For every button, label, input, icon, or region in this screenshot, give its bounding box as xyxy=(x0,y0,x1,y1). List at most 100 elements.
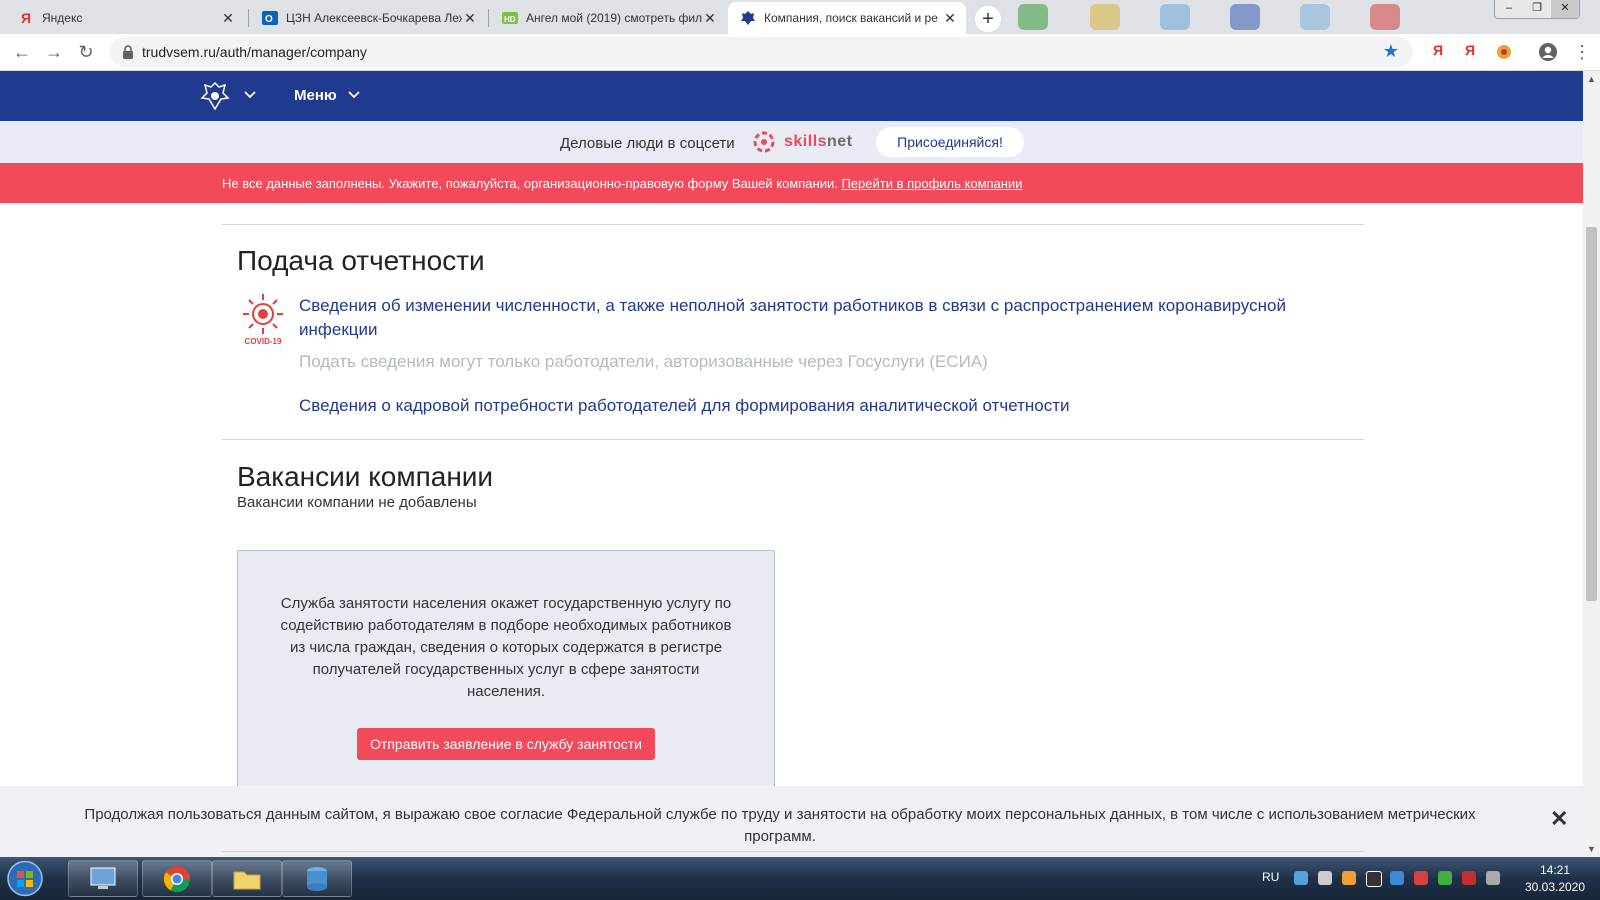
yandex-extension-icon[interactable]: Я xyxy=(1433,42,1443,58)
desktop-deco-icon xyxy=(1090,4,1120,30)
divider xyxy=(222,439,1364,440)
tab-separator xyxy=(488,9,489,27)
scroll-up-icon[interactable]: ▲ xyxy=(1587,74,1596,84)
alert-message: Не все данные заполнены. Укажите, пожалу… xyxy=(222,176,1023,191)
service-description: Служба занятости населения окажет госуда… xyxy=(280,595,732,700)
tray-app-icon[interactable] xyxy=(1390,871,1404,885)
yandex-icon: Я xyxy=(20,10,32,26)
action-center-icon[interactable] xyxy=(1486,871,1500,885)
divider xyxy=(222,851,1364,852)
tab-title: ЦЗН Алексеевск-Бочкарева Леж xyxy=(286,11,462,25)
desktop-deco-icon xyxy=(1230,4,1260,30)
keyboard-language[interactable]: RU xyxy=(1262,870,1279,884)
computer-icon xyxy=(90,867,116,889)
page-scrollbar[interactable]: ▲ ▼ xyxy=(1583,71,1600,857)
tray-app-icon[interactable] xyxy=(1462,871,1476,885)
coat-of-arms-icon xyxy=(740,10,756,26)
promo-text: Деловые люди в соцсети xyxy=(560,135,735,152)
windows-start-icon[interactable] xyxy=(4,859,46,898)
chrome-icon xyxy=(163,865,191,892)
covid-link-line: инфекции xyxy=(299,320,378,339)
taskbar-app-database[interactable] xyxy=(282,860,352,897)
wordmark-part: skills xyxy=(784,133,828,150)
wordmark-part: net xyxy=(827,133,853,150)
promo-bar: Деловые люди в соцсети skillsnet Присоед… xyxy=(0,121,1583,163)
send-application-button[interactable]: Отправить заявление в службу занятости xyxy=(357,728,655,760)
tab-movie[interactable]: HD Ангел мой (2019) смотреть фил ✕ xyxy=(490,2,726,34)
covid-badge-label: COVID-19 xyxy=(245,337,282,346)
address-bar[interactable]: trudvsem.ru/auth/manager/company ★ xyxy=(110,37,1413,67)
scroll-down-icon[interactable]: ▼ xyxy=(1587,844,1596,854)
tray-app-icon[interactable] xyxy=(1342,871,1356,885)
taskbar-app-chrome[interactable] xyxy=(142,860,212,897)
alert-text: Не все данные заполнены. Укажите, пожалу… xyxy=(222,176,842,191)
covid-report-link[interactable]: Сведения об изменении численности, а так… xyxy=(299,294,1359,342)
covid-virus-icon: COVID-19 xyxy=(243,294,283,346)
incomplete-data-alert: Не все данные заполнены. Укажите, пожалу… xyxy=(0,163,1583,203)
tab-czn-email[interactable]: O ЦЗН Алексеевск-Бочкарева Леж ✕ xyxy=(250,2,486,34)
tray-app-icon[interactable] xyxy=(1366,871,1382,887)
employment-service-card: Служба занятости населения окажет госуда… xyxy=(237,550,775,790)
scrollbar-thumb[interactable] xyxy=(1586,227,1597,601)
windows-taskbar: RU 14:21 30.03.2020 xyxy=(0,857,1600,900)
desktop-deco-icon xyxy=(1370,4,1400,30)
minimize-icon[interactable]: – xyxy=(1495,0,1523,18)
new-tab-button[interactable]: + xyxy=(975,6,1001,32)
outlook-icon: O xyxy=(262,10,278,26)
divider xyxy=(222,224,1364,225)
chevron-down-icon[interactable] xyxy=(243,88,257,102)
esia-note: Подать сведения могут только работодател… xyxy=(299,352,988,371)
close-icon[interactable]: ✕ xyxy=(702,10,718,26)
site-header: Меню xyxy=(0,71,1583,121)
database-icon xyxy=(307,866,327,891)
svg-text:O: O xyxy=(265,14,273,25)
taskbar-app-explorer[interactable] xyxy=(68,860,138,897)
close-icon[interactable]: ✕ xyxy=(942,10,958,26)
clock-time[interactable]: 14:21 xyxy=(1525,863,1585,877)
desktop-deco-icon xyxy=(1018,4,1048,30)
close-window-icon[interactable]: ✕ xyxy=(1551,0,1579,18)
tab-title: Ангел мой (2019) смотреть фил xyxy=(526,11,702,25)
company-profile-link[interactable]: Перейти в профиль компании xyxy=(841,176,1022,191)
profile-icon[interactable] xyxy=(1536,40,1560,64)
folder-icon xyxy=(233,871,261,889)
close-icon[interactable]: ✕ xyxy=(462,10,478,26)
tray-app-icon[interactable] xyxy=(1438,871,1452,885)
reports-heading: Подача отчетности xyxy=(237,245,485,276)
close-icon[interactable]: ✕ xyxy=(1550,806,1568,832)
vacancies-heading: Вакансии компании xyxy=(237,461,494,492)
svg-text:HD: HD xyxy=(504,15,516,24)
extension-icon[interactable] xyxy=(1492,40,1516,64)
browser-menu-icon[interactable]: ⋮ xyxy=(1570,40,1594,64)
tab-trudvsem-active[interactable]: Компания, поиск вакансий и ре ✕ xyxy=(728,2,966,34)
close-icon[interactable]: ✕ xyxy=(220,10,236,26)
window-controls: – ❐ ✕ xyxy=(1494,0,1580,19)
network-icon[interactable] xyxy=(1294,871,1308,885)
staff-needs-report-link[interactable]: Сведения о кадровой потребности работода… xyxy=(299,394,1070,418)
skillsnet-wordmark[interactable]: skillsnet xyxy=(784,133,853,151)
yandex-extension-icon[interactable]: Я xyxy=(1465,42,1475,58)
cookie-consent-bar: Продолжая пользоваться данным сайтом, я … xyxy=(0,786,1583,857)
join-button[interactable]: Присоединяйся! xyxy=(876,127,1024,157)
desktop-deco-icon xyxy=(1300,4,1330,30)
clock-date[interactable]: 30.03.2020 xyxy=(1520,880,1590,894)
reload-icon[interactable]: ↻ xyxy=(74,40,98,64)
menu-button[interactable]: Меню xyxy=(294,87,337,104)
back-icon[interactable]: ← xyxy=(10,40,34,64)
taskbar-app-folder[interactable] xyxy=(212,860,282,897)
maximize-icon[interactable]: ❐ xyxy=(1523,0,1551,18)
bookmark-star-icon[interactable]: ★ xyxy=(1383,41,1399,62)
url-text: trudvsem.ru/auth/manager/company xyxy=(142,44,367,60)
covid-link-line: Сведения об изменении численности, а так… xyxy=(299,296,1286,315)
skillsnet-logo-icon[interactable] xyxy=(749,127,779,157)
volume-icon[interactable] xyxy=(1318,871,1332,885)
lock-icon xyxy=(123,45,133,59)
cookie-consent-text: Продолжая пользоваться данным сайтом, я … xyxy=(84,806,1476,845)
hd-video-icon: HD xyxy=(502,10,518,26)
tab-yandex[interactable]: Я Яндекс ✕ xyxy=(6,2,244,34)
tray-app-icon[interactable] xyxy=(1414,871,1428,885)
forward-icon[interactable]: → xyxy=(42,40,66,64)
chevron-down-icon[interactable] xyxy=(347,88,361,102)
no-vacancies-text: Вакансии компании не добавлены xyxy=(237,494,477,511)
coat-of-arms-icon[interactable] xyxy=(200,81,230,111)
